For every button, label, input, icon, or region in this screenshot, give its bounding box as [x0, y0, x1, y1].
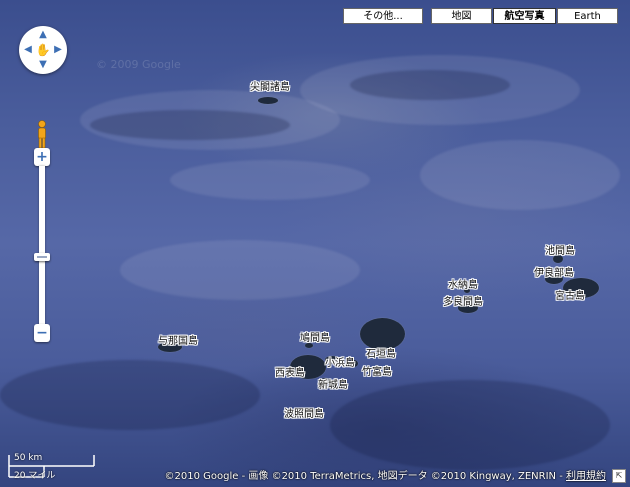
- map-type-earth-button[interactable]: Earth: [557, 8, 618, 24]
- terrain-relief: [90, 110, 290, 140]
- zoom-slider-track[interactable]: [39, 166, 45, 326]
- pan-control: ▲ ▼ ◀ ▶ ✋: [19, 26, 67, 74]
- label-kohama[interactable]: 小浜島: [325, 354, 355, 369]
- copyright-notice: ©2010 Google - 画像 ©2010 TerraMetrics, 地図…: [165, 467, 606, 482]
- label-ishigaki[interactable]: 石垣島: [366, 345, 396, 360]
- map-type-map-button[interactable]: 地図: [431, 8, 492, 24]
- terms-link[interactable]: 利用規約: [566, 471, 606, 482]
- pan-right-icon[interactable]: ▶: [51, 43, 65, 57]
- overview-toggle-icon[interactable]: ⇱: [612, 469, 626, 483]
- hand-icon[interactable]: ✋: [35, 42, 51, 58]
- label-minna[interactable]: 水納島: [448, 276, 478, 291]
- watermark: © 2009 Google: [96, 58, 181, 71]
- label-hatoma[interactable]: 鳩間島: [300, 329, 330, 344]
- island-senkaku: [258, 97, 278, 104]
- map-type-other-button[interactable]: その他...: [343, 8, 423, 24]
- satellite-map[interactable]: © 2009 Google 尖閣諸島 池間島 伊良部島 宮古島 水納島 多良間島…: [0, 0, 630, 487]
- terrain-relief: [120, 240, 360, 300]
- label-tarama[interactable]: 多良間島: [443, 293, 483, 308]
- label-irabu[interactable]: 伊良部島: [534, 264, 574, 279]
- label-senkaku[interactable]: 尖閣諸島: [250, 78, 290, 93]
- map-type-satellite-button[interactable]: 航空写真: [493, 8, 556, 24]
- label-hateruma[interactable]: 波照間島: [284, 405, 324, 420]
- copyright-text: ©2010 Google - 画像 ©2010 TerraMetrics, 地図…: [164, 471, 566, 482]
- zoom-out-button[interactable]: −: [34, 324, 50, 342]
- label-miyako[interactable]: 宮古島: [555, 287, 585, 302]
- terrain-relief: [350, 70, 510, 100]
- scale-bar: 50 km 20 マイル: [8, 453, 98, 481]
- zoom-control: + −: [34, 148, 50, 344]
- label-ikema[interactable]: 池間島: [545, 242, 575, 257]
- label-iriomote[interactable]: 西表島: [275, 364, 305, 379]
- scale-km-label: 50 km: [14, 453, 43, 463]
- zoom-in-button[interactable]: +: [34, 148, 50, 166]
- zoom-slider-thumb[interactable]: [34, 253, 50, 261]
- scale-mile-label: 20 マイル: [14, 471, 56, 481]
- terrain-relief: [170, 160, 370, 200]
- terrain-relief: [420, 140, 620, 210]
- label-aragusuku[interactable]: 新城島: [318, 376, 348, 391]
- terrain-relief: [0, 360, 260, 430]
- label-taketomi[interactable]: 竹富島: [362, 363, 392, 378]
- terrain-relief: [330, 380, 610, 470]
- pan-down-icon[interactable]: ▼: [36, 58, 50, 72]
- label-yonaguni[interactable]: 与那国島: [158, 332, 198, 347]
- pan-up-icon[interactable]: ▲: [36, 28, 50, 42]
- pegman-icon[interactable]: [36, 120, 48, 150]
- pan-left-icon[interactable]: ◀: [21, 43, 35, 57]
